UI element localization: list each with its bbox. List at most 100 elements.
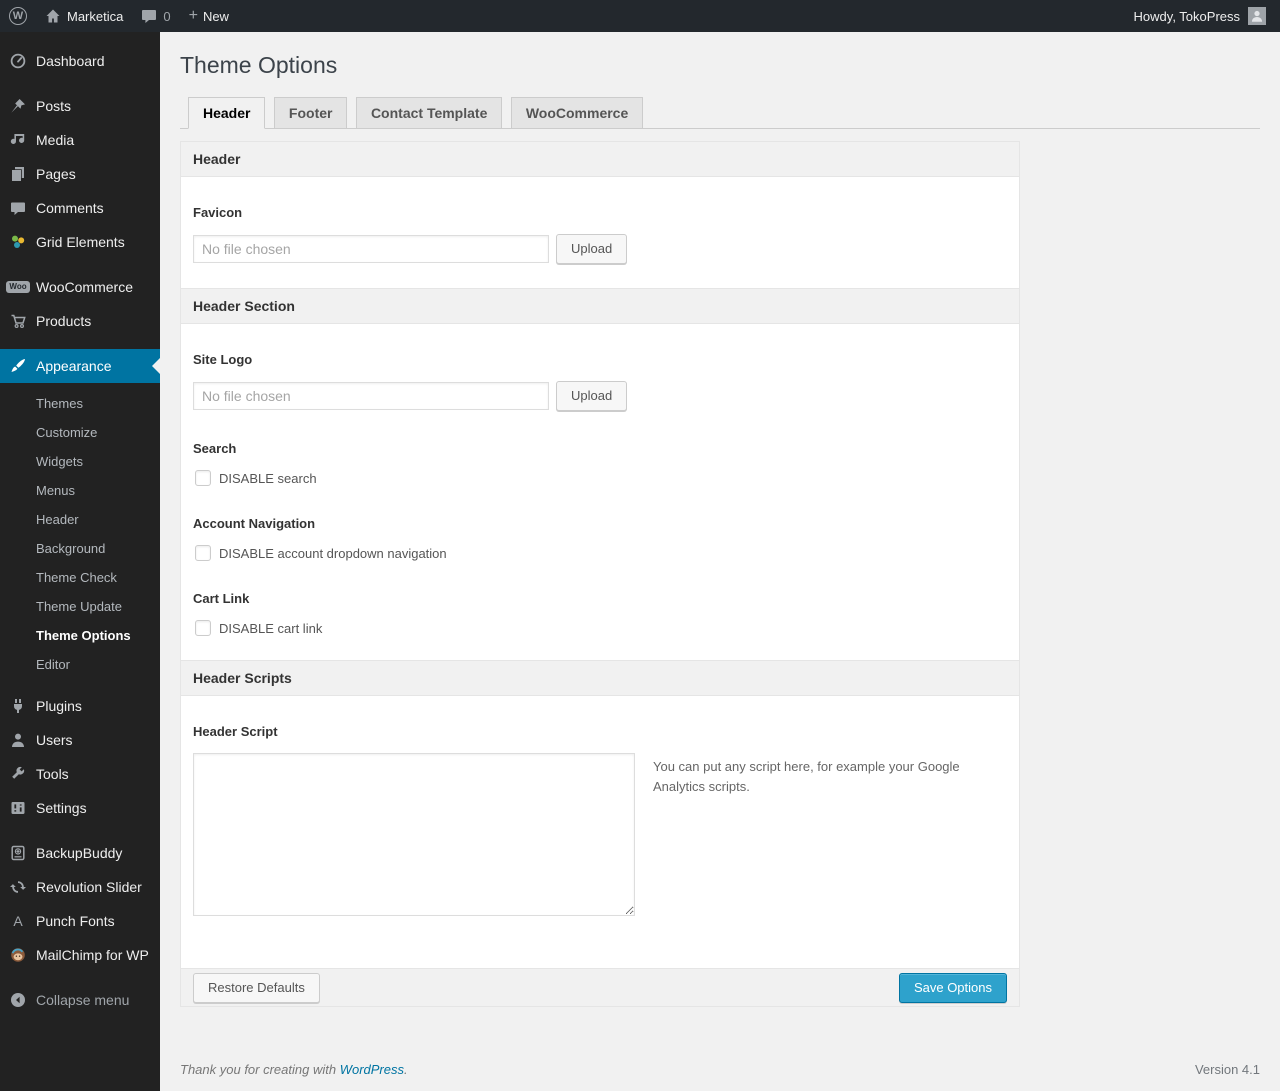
disable-search-checkbox[interactable]: [195, 470, 211, 487]
disable-cart-link-label: DISABLE cart link: [219, 620, 323, 636]
refresh-icon: [8, 879, 28, 895]
sidebar-item-settings[interactable]: Settings: [0, 791, 160, 825]
submenu-item-widgets[interactable]: Widgets: [0, 447, 160, 476]
section-header-header-section: Header Section: [181, 288, 1019, 325]
submenu-item-header[interactable]: Header: [0, 505, 160, 534]
sidebar-item-users[interactable]: Users: [0, 723, 160, 757]
tab-header[interactable]: Header: [188, 96, 266, 129]
submenu-item-theme-check[interactable]: Theme Check: [0, 563, 160, 592]
brush-icon: [8, 358, 28, 374]
footer-thanks-text: Thank you for creating with WordPress.: [180, 1062, 408, 1077]
collapse-menu-button[interactable]: Collapse menu: [0, 983, 160, 1017]
sidebar-item-label: Tools: [36, 766, 69, 782]
sidebar-item-products[interactable]: Products: [0, 304, 160, 338]
account-navigation-label: Account Navigation: [193, 516, 316, 532]
wordpress-link[interactable]: WordPress: [340, 1062, 404, 1077]
disable-account-nav-label: DISABLE account dropdown navigation: [219, 545, 447, 561]
sidebar-item-label: Users: [36, 732, 73, 748]
comments-shortcut[interactable]: 0: [132, 0, 179, 32]
howdy-account-link[interactable]: Howdy, TokoPress: [1134, 9, 1240, 24]
collapse-menu-label: Collapse menu: [36, 992, 130, 1008]
submenu-item-themes[interactable]: Themes: [0, 389, 160, 418]
header-script-textarea[interactable]: [193, 753, 635, 917]
tab-contact-template[interactable]: Contact Template: [355, 96, 503, 129]
sidebar-item-dashboard[interactable]: Dashboard: [0, 44, 160, 78]
submenu-item-editor[interactable]: Editor: [0, 650, 160, 679]
disable-account-nav-checkbox[interactable]: [195, 545, 211, 562]
comment-bubble-icon: [141, 9, 157, 24]
new-content-menu[interactable]: + New: [180, 0, 238, 32]
sidebar-item-woocommerce[interactable]: Woo WooCommerce: [0, 270, 160, 304]
save-options-button[interactable]: Save Options: [898, 972, 1007, 1003]
submenu-item-theme-update[interactable]: Theme Update: [0, 592, 160, 621]
favicon-upload-button[interactable]: Upload: [556, 233, 628, 265]
section-header-header: Header: [181, 141, 1019, 177]
menu-separator: [0, 825, 160, 836]
disable-cart-link-checkbox[interactable]: [195, 620, 211, 637]
site-logo-upload-button[interactable]: Upload: [556, 381, 628, 412]
favicon-file-input[interactable]: [193, 234, 549, 263]
wordpress-logo-menu[interactable]: W: [0, 0, 36, 32]
plus-icon: +: [188, 7, 198, 24]
section-body-header-scripts: Header Script You can put any script her…: [181, 696, 1019, 968]
sidebar-item-tools[interactable]: Tools: [0, 757, 160, 791]
restore-defaults-button[interactable]: Restore Defaults: [193, 972, 320, 1003]
grid-elements-icon: [8, 234, 28, 250]
submenu-item-theme-options[interactable]: Theme Options: [0, 621, 160, 650]
main-content: Theme Options Header Footer Contact Temp…: [160, 32, 1280, 1091]
media-icon: [8, 132, 28, 148]
cart-icon: [8, 313, 28, 329]
menu-separator: [0, 78, 160, 89]
sidebar-item-comments[interactable]: Comments: [0, 191, 160, 225]
sidebar-item-label: Plugins: [36, 698, 82, 714]
letter-a-icon: A: [13, 913, 23, 929]
sidebar-item-grid-elements[interactable]: Grid Elements: [0, 225, 160, 259]
settings-icon: [8, 800, 28, 816]
woocommerce-icon: Woo: [6, 281, 30, 293]
comment-count: 0: [163, 8, 171, 24]
submenu-item-background[interactable]: Background: [0, 534, 160, 563]
sidebar-item-label: Posts: [36, 98, 72, 114]
admin-sidebar: Dashboard Posts Media Pages Comments Gri…: [0, 32, 160, 1091]
submenu-item-customize[interactable]: Customize: [0, 418, 160, 447]
sidebar-item-plugins[interactable]: Plugins: [0, 689, 160, 723]
disable-account-nav-row: DISABLE account dropdown navigation: [193, 545, 1007, 562]
sidebar-item-label: MailChimp for WP: [36, 947, 149, 963]
sidebar-item-backupbuddy[interactable]: BackupBuddy: [0, 836, 160, 870]
sidebar-item-punch-fonts[interactable]: A Punch Fonts: [0, 904, 160, 938]
sidebar-item-media[interactable]: Media: [0, 123, 160, 157]
plugin-icon: [8, 698, 28, 714]
sidebar-item-revolution-slider[interactable]: Revolution Slider: [0, 870, 160, 904]
theme-options-panel: Header Favicon Upload Header Section Sit…: [180, 140, 1020, 1008]
sidebar-item-posts[interactable]: Posts: [0, 89, 160, 123]
sidebar-item-label: WooCommerce: [36, 279, 133, 295]
site-logo-file-input[interactable]: [193, 382, 549, 411]
section-body-header: Favicon Upload: [181, 177, 1019, 288]
sidebar-item-label: Settings: [36, 800, 87, 816]
sidebar-item-pages[interactable]: Pages: [0, 157, 160, 191]
sidebar-item-label: Products: [36, 313, 92, 329]
disable-search-label: DISABLE search: [219, 470, 317, 486]
site-name-label: Marketica: [67, 8, 124, 24]
header-script-label: Header Script: [193, 724, 278, 740]
page-footer: Thank you for creating with WordPress. V…: [180, 1062, 1260, 1077]
wrench-icon: [8, 766, 28, 782]
sidebar-item-label: Punch Fonts: [36, 913, 115, 929]
sidebar-item-appearance[interactable]: Appearance: [0, 349, 160, 383]
sidebar-item-mailchimp[interactable]: MailChimp for WP: [0, 938, 160, 972]
wordpress-logo-icon: W: [9, 7, 27, 25]
user-icon: [8, 732, 28, 748]
site-name-link[interactable]: Marketica: [36, 0, 132, 32]
collapse-arrow-icon: [8, 992, 28, 1008]
pushpin-icon: [8, 98, 28, 114]
appearance-submenu: Themes Customize Widgets Menus Header Ba…: [0, 383, 160, 689]
mailchimp-monkey-icon: [8, 947, 28, 963]
page-title: Theme Options: [180, 52, 338, 78]
submenu-item-menus[interactable]: Menus: [0, 476, 160, 505]
sidebar-item-label: BackupBuddy: [36, 845, 123, 861]
home-icon: [45, 8, 61, 24]
avatar[interactable]: [1248, 7, 1266, 25]
search-label: Search: [193, 441, 237, 457]
tab-footer[interactable]: Footer: [273, 96, 348, 129]
tab-woocommerce[interactable]: WooCommerce: [510, 96, 644, 129]
